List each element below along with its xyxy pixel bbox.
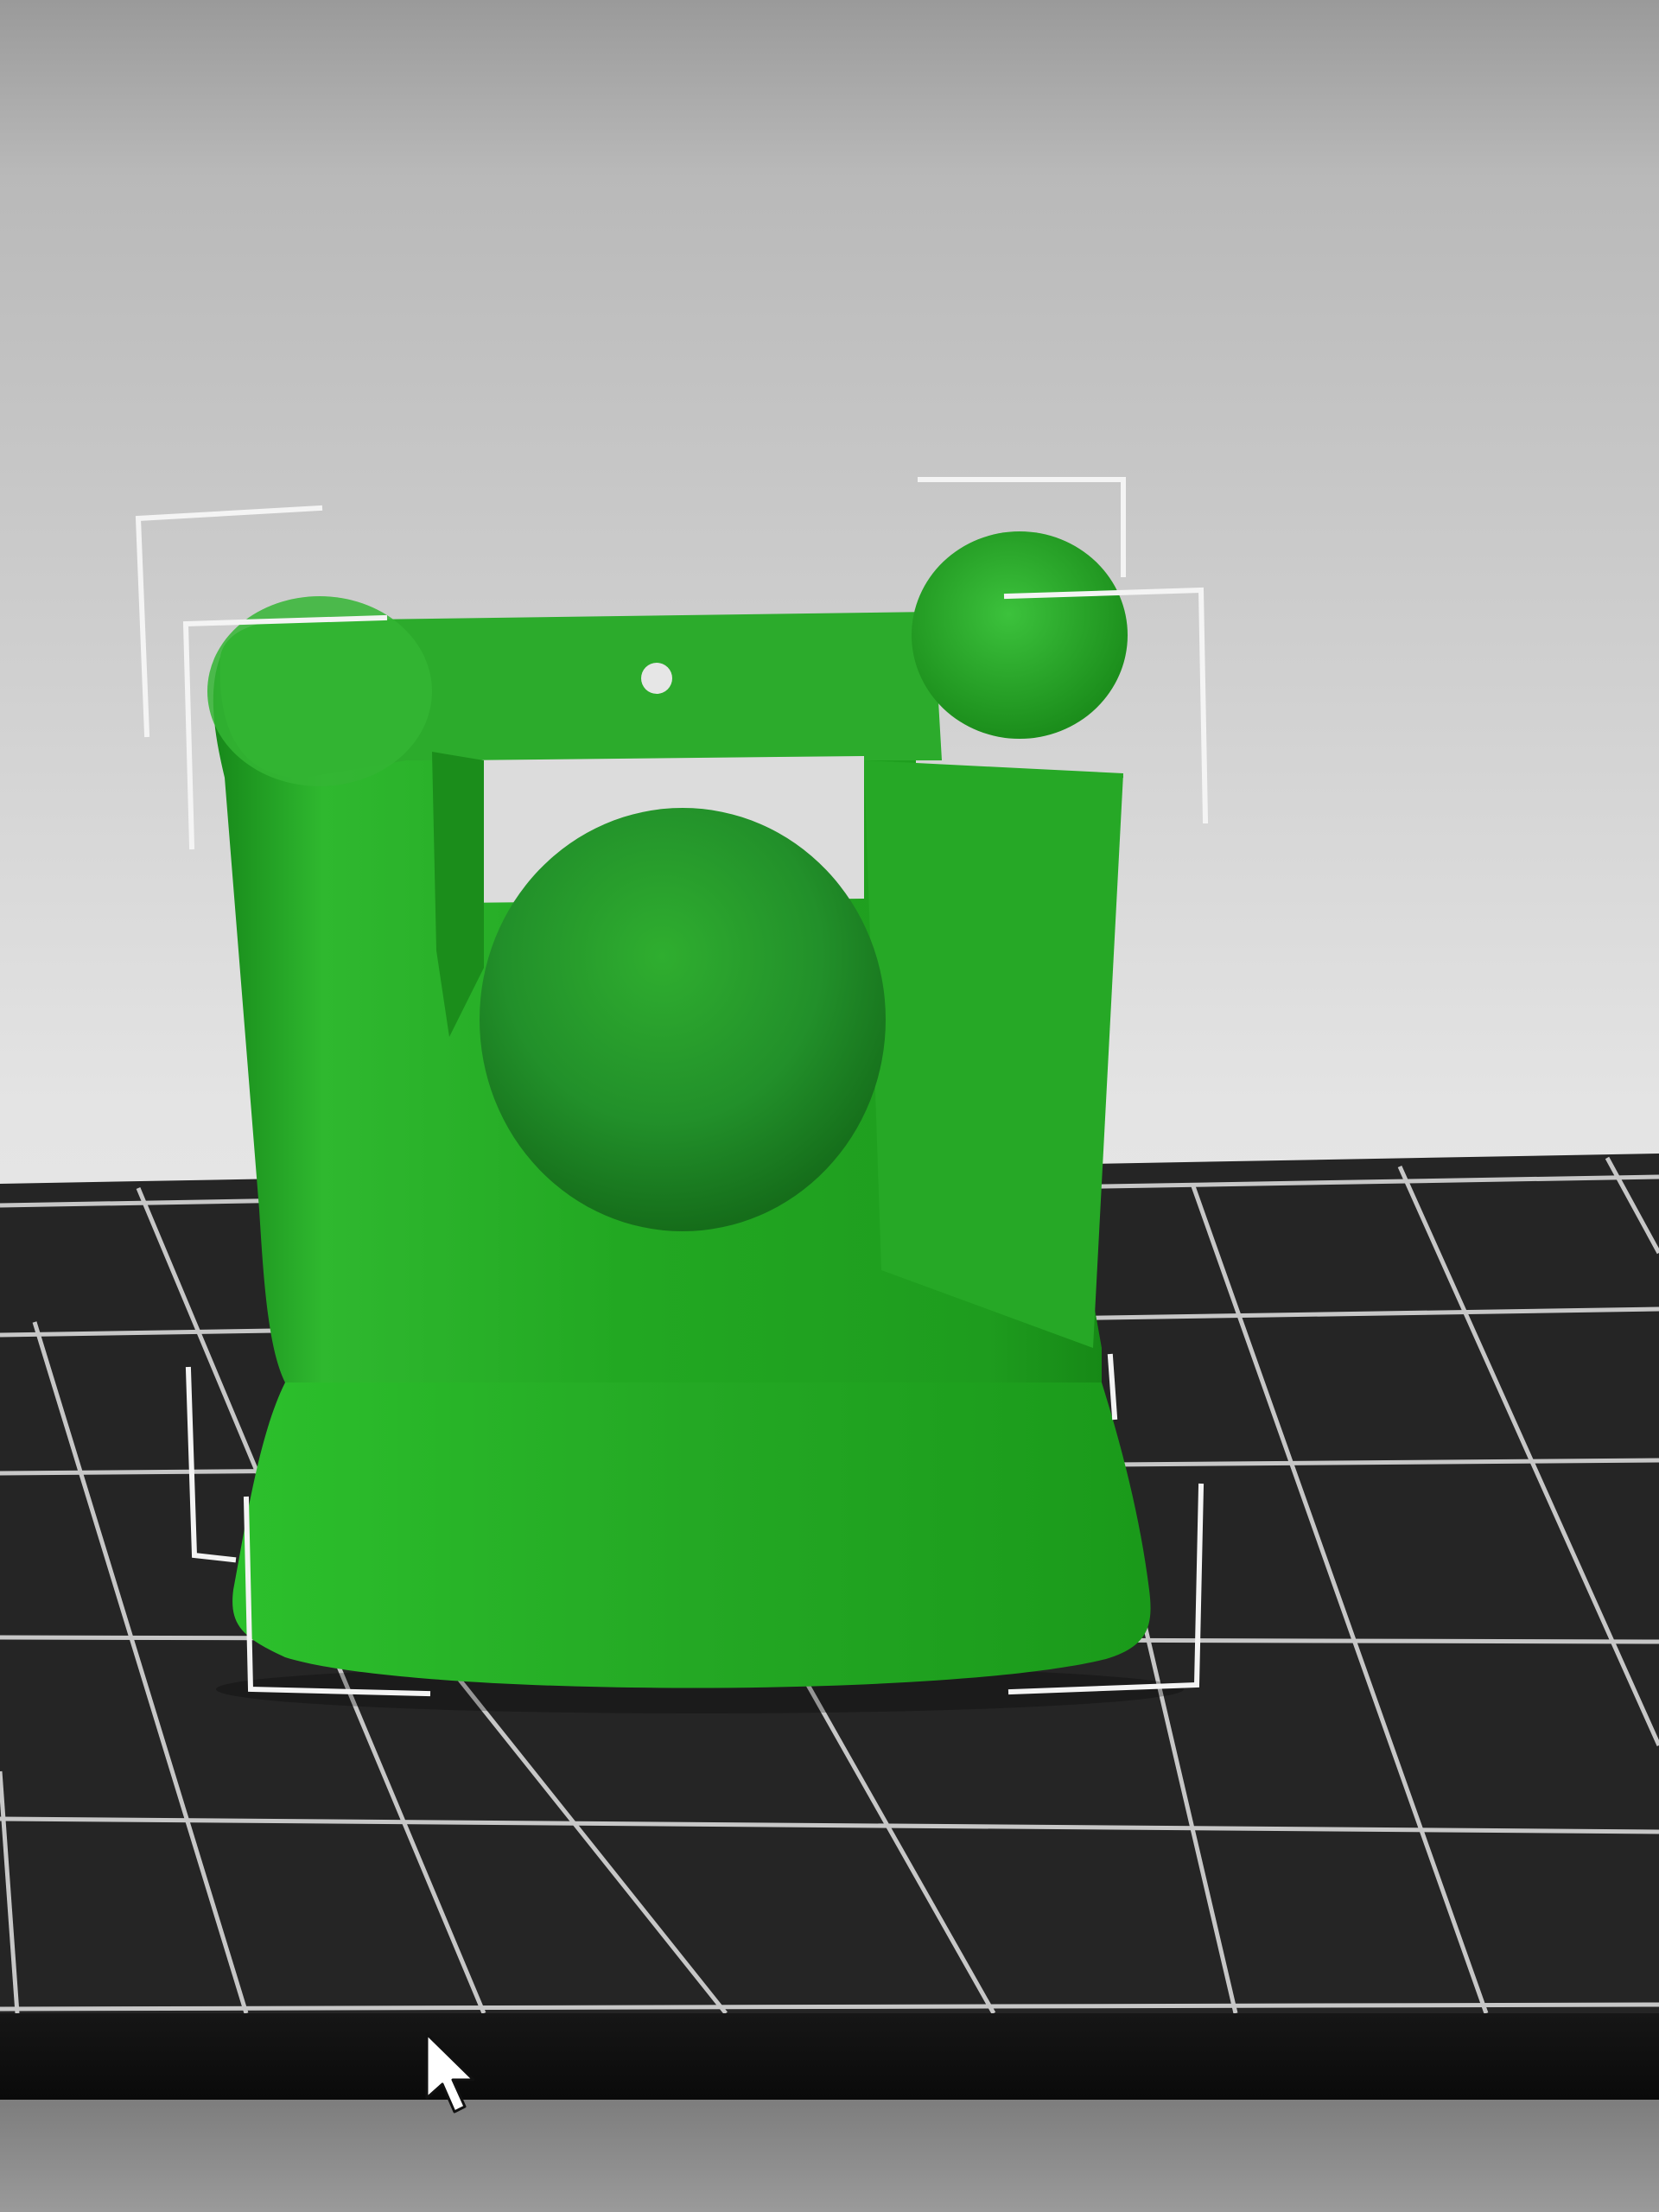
desk-surface <box>0 2100 1659 2212</box>
mouse-pointer-icon <box>425 2032 475 2113</box>
3d-model[interactable] <box>207 531 1184 1713</box>
model-hole <box>641 663 672 694</box>
scene-canvas[interactable] <box>0 0 1659 2212</box>
model-ball <box>480 808 886 1231</box>
model-right-pillar <box>864 760 1123 1348</box>
model-knob <box>912 531 1128 739</box>
monitor-bezel <box>0 2013 1659 2100</box>
model-base <box>232 1348 1151 1688</box>
3d-viewport[interactable] <box>0 0 1659 2212</box>
